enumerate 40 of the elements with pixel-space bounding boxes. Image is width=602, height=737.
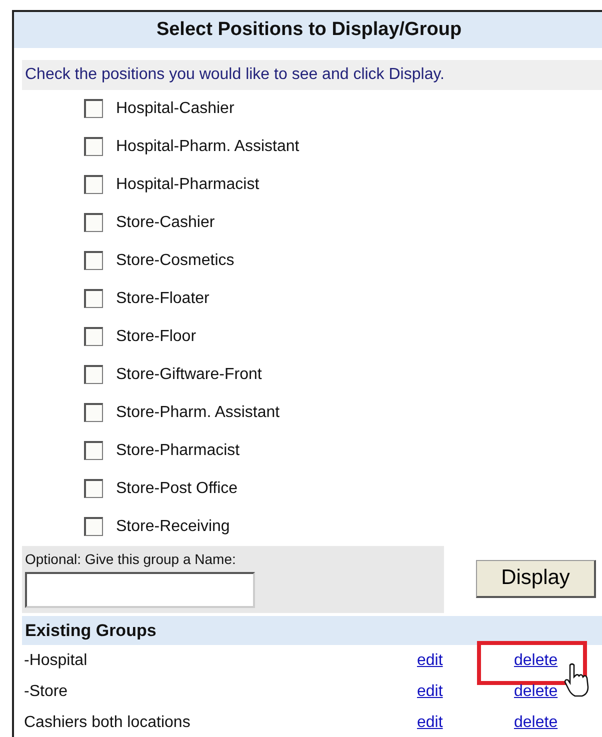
edit-link[interactable]: edit	[417, 682, 443, 700]
panel-title: Select Positions to Display/Group	[14, 12, 602, 48]
checkbox[interactable]	[84, 365, 103, 384]
checkbox[interactable]	[84, 213, 103, 232]
group-name: Cashiers both locations	[24, 712, 192, 732]
checkbox[interactable]	[84, 479, 103, 498]
instruction-text: Check the positions you would like to see and click Display.	[22, 60, 602, 90]
checkbox[interactable]	[84, 251, 103, 270]
position-label: Hospital-Pharm. Assistant	[116, 136, 300, 156]
checkbox[interactable]	[84, 327, 103, 346]
checkbox[interactable]	[84, 137, 103, 156]
delete-link[interactable]: delete	[514, 714, 558, 730]
display-button[interactable]: Display	[476, 560, 596, 598]
name-field[interactable]	[25, 572, 255, 608]
checkbox[interactable]	[84, 99, 103, 118]
position-label: Store-Receiving	[116, 516, 230, 536]
position-label: Store-Post Office	[116, 478, 238, 498]
section-heading: Existing Groups	[22, 616, 602, 645]
checkbox[interactable]	[84, 289, 103, 308]
group-name: -Store	[24, 682, 69, 702]
position-label: Store-Giftware-Front	[116, 364, 262, 384]
name-label: Optional: Give this group a Name:	[25, 550, 237, 569]
position-label: Store-Pharmacist	[116, 440, 240, 460]
checkbox[interactable]	[84, 403, 103, 422]
position-label: Store-Floater	[116, 288, 210, 308]
delete-link[interactable]: delete	[514, 682, 558, 700]
position-label: Store-Cashier	[116, 212, 215, 232]
hand-cursor-icon	[564, 662, 590, 696]
position-label: Store-Floor	[116, 326, 196, 346]
position-label: Store-Cosmetics	[116, 250, 234, 270]
position-label: Store-Pharm. Assistant	[116, 402, 280, 422]
checkbox[interactable]	[84, 175, 103, 194]
position-label: Hospital-Pharmacist	[116, 174, 260, 194]
delete-link[interactable]: delete	[514, 652, 558, 668]
checkbox[interactable]	[84, 517, 103, 536]
edit-link[interactable]: edit	[417, 714, 443, 730]
checkbox[interactable]	[84, 441, 103, 460]
edit-link[interactable]: edit	[417, 652, 443, 668]
position-label: Hospital-Cashier	[116, 98, 234, 118]
group-name: -Hospital	[24, 650, 88, 670]
